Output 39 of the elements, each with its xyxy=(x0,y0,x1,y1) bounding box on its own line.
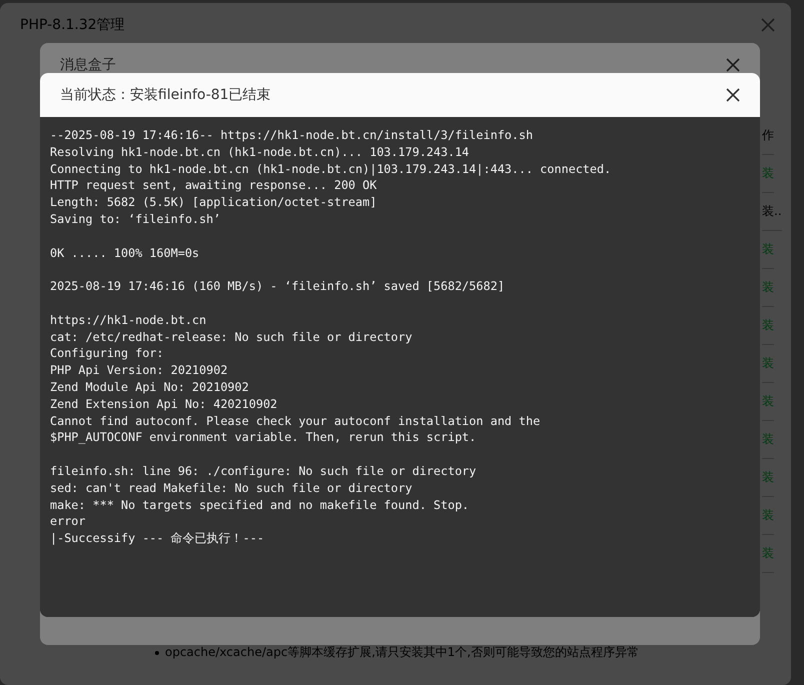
log-line: Zend Module Api No: 20210902 xyxy=(50,378,250,396)
close-icon[interactable] xyxy=(726,88,740,102)
log-line: Zend Extension Api No: 420210902 xyxy=(50,396,278,413)
log-line: --2025-08-19 17:46:16-- https://hk1-node.bt.cn/install/3/fileinfo.sh xyxy=(50,127,534,144)
install-link[interactable]: 装 xyxy=(762,459,774,497)
log-line: fileinfo.sh: line 96: ./configure: No such file or directory xyxy=(50,462,478,480)
log-line: Saving to: ‘fileinfo.sh’ xyxy=(50,210,222,228)
log-line: Connecting to hk1-node.bt.cn (hk1-node.bt.cn)|103.179.243.14|:443... connected. xyxy=(50,160,612,178)
log-line: cat: /etc/redhat-release: No such file or directory xyxy=(50,328,414,346)
log-line: |-Successify --- 命令已执行！--- xyxy=(50,530,266,547)
window-title: PHP-8.1.32管理 xyxy=(20,16,125,34)
log-line: make: *** No targets specified and no makefile found. Stop. xyxy=(50,496,470,514)
install-link[interactable]: 装 xyxy=(762,155,774,193)
log-line: Length: 5682 (5.5K) [application/octet-stream] xyxy=(50,194,378,211)
install-link[interactable]: 装.. xyxy=(762,193,782,231)
log-line: Resolving hk1-node.bt.cn (hk1-node.bt.cn)... 103.179.243.14 xyxy=(50,144,470,161)
log-line: https://hk1-node.bt.cn xyxy=(50,312,208,329)
bullet-icon xyxy=(155,651,159,655)
log-line: 0K ..... 100% 160M=0s xyxy=(50,244,200,262)
install-link[interactable]: 装 xyxy=(762,269,774,307)
log-line: HTTP request sent, awaiting response... 200 OK xyxy=(50,177,378,194)
log-line: 2025-08-19 17:46:16 (160 MB/s) - ‘fileinfo.sh’ saved [5682/5682] xyxy=(50,278,506,295)
install-link[interactable]: 装 xyxy=(762,535,774,573)
install-link[interactable]: 装 xyxy=(762,497,774,535)
column-header: 作 xyxy=(762,117,774,155)
note-text: opcache/xcache/apc等脚本缓存扩展,请只安装其中1个,否则可能导致您的站点程序异常 xyxy=(165,644,639,661)
install-link[interactable]: 装 xyxy=(762,231,774,269)
install-link[interactable]: 装 xyxy=(762,345,774,383)
dialog-title: 消息盒子 xyxy=(60,56,116,74)
install-link[interactable]: 装 xyxy=(762,421,774,459)
dialog-title: 当前状态：安装fileinfo-81已结束 xyxy=(60,86,271,104)
log-line: $PHP_AUTOCONF environment variable. Then, rerun this script. xyxy=(50,429,478,446)
log-line: Cannot find autoconf. Please check your autoconf installation and the xyxy=(50,412,542,430)
log-line: sed: can't read Makefile: No such file or directory xyxy=(50,480,414,497)
install-link[interactable]: 装 xyxy=(762,307,774,345)
log-line: error xyxy=(50,513,87,530)
install-link[interactable]: 装 xyxy=(762,383,774,421)
log-line: Configuring for: xyxy=(50,345,165,362)
log-line: PHP Api Version: 20210902 xyxy=(50,362,229,379)
